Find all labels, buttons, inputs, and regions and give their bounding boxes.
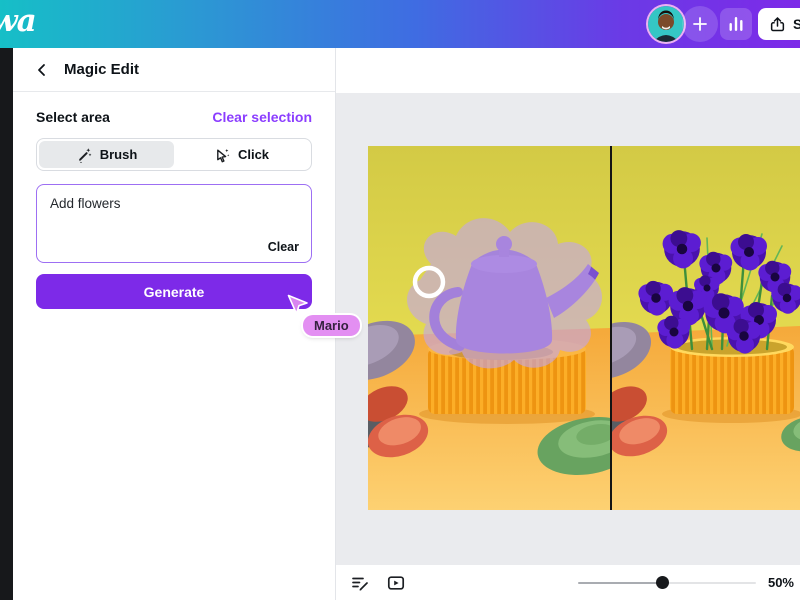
design-spread[interactable]: [368, 146, 800, 510]
notes-button[interactable]: [349, 572, 371, 594]
select-area-label: Select area: [36, 109, 110, 125]
avatar-image: [648, 6, 684, 42]
tab-click[interactable]: Click: [174, 141, 309, 168]
editor-canvas: 50%: [336, 48, 800, 600]
zoom-slider[interactable]: [578, 576, 756, 590]
flowers-scene-image: [612, 146, 800, 510]
bar-chart-icon: [726, 14, 746, 34]
canva-logo[interactable]: wa: [0, 3, 36, 39]
teapot-scene-image: [368, 146, 610, 510]
collapsed-sidebar-rail[interactable]: [0, 48, 13, 600]
back-button[interactable]: [33, 61, 51, 79]
app-window: wa: [0, 0, 800, 600]
plus-icon: [691, 15, 709, 33]
share-button-label: S: [793, 16, 800, 32]
selection-tool-switcher: Brush Click: [36, 138, 312, 171]
notes-icon: [350, 573, 370, 593]
top-bar: wa: [0, 0, 800, 48]
clear-selection-link[interactable]: Clear selection: [212, 109, 312, 125]
tab-brush-label: Brush: [100, 147, 138, 162]
status-bar: 50%: [336, 565, 800, 600]
zoom-level-label: 50%: [768, 575, 794, 590]
chevron-left-icon: [34, 62, 50, 78]
page-title: Magic Edit: [64, 61, 139, 78]
share-button[interactable]: S: [758, 8, 800, 40]
present-icon: [386, 573, 406, 593]
prompt-clear-button[interactable]: Clear: [268, 240, 299, 254]
add-member-button[interactable]: [682, 6, 718, 42]
prompt-box: Add flowers Clear: [36, 184, 312, 263]
brush-sparkle-icon: [76, 147, 92, 163]
avatar[interactable]: [648, 6, 684, 42]
design-page-after[interactable]: [612, 146, 800, 510]
magic-edit-panel: Magic Edit Select area Clear selection B…: [13, 48, 336, 600]
canvas-top-strip: [336, 48, 800, 93]
cursor-sparkle-icon: [214, 147, 230, 163]
design-page-before[interactable]: [368, 146, 610, 510]
share-icon: [769, 16, 786, 33]
present-button[interactable]: [385, 572, 407, 594]
panel-body: Select area Clear selection Brush: [13, 92, 335, 309]
zoom-track-empty: [663, 582, 756, 584]
zoom-slider-thumb[interactable]: [656, 576, 669, 589]
insights-button[interactable]: [720, 8, 752, 40]
panel-header: Magic Edit: [13, 48, 335, 92]
generate-button[interactable]: Generate: [36, 274, 312, 309]
zoom-track-filled: [578, 582, 663, 584]
tab-click-label: Click: [238, 147, 269, 162]
tab-brush[interactable]: Brush: [39, 141, 174, 168]
